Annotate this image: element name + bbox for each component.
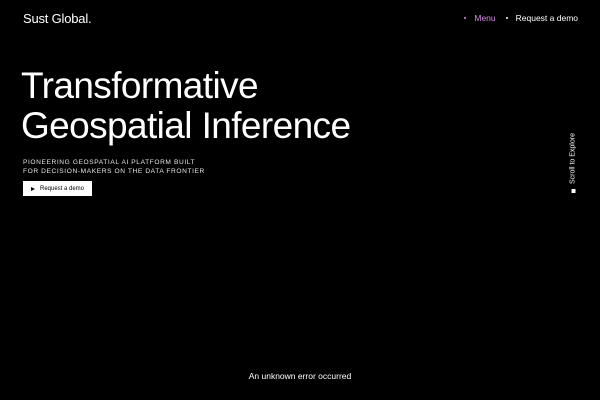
cta-label: Request a demo <box>39 185 85 192</box>
request-demo-link[interactable]: Request a demo <box>505 13 578 23</box>
square-icon <box>571 188 575 193</box>
logo[interactable]: Sust Global. <box>23 11 92 26</box>
scroll-label: Scroll to Explore <box>569 133 577 184</box>
headline-line: Geospatial Inference <box>21 105 351 146</box>
request-demo-label: Request a demo <box>515 13 578 23</box>
headline-line: Transformative <box>21 65 259 106</box>
top-nav: Menu Request a demo <box>464 13 578 23</box>
dot-icon <box>505 17 508 19</box>
subheadline-line: PIONEERING GEOSPATIAL AI PLATFORM BUILT <box>23 159 196 166</box>
hero-headline: Transformative Geospatial Inference <box>21 65 351 146</box>
menu-link[interactable]: Menu <box>464 13 496 23</box>
scroll-indicator-content: Scroll to Explore <box>570 133 577 193</box>
menu-label: Menu <box>474 13 496 23</box>
dot-icon <box>464 17 467 19</box>
subheadline-line: FOR DECISION-MAKERS ON THE DATA FRONTIER <box>23 168 205 175</box>
request-demo-button[interactable]: Request a demo <box>23 181 92 196</box>
scroll-indicator[interactable]: Scroll to Explore <box>568 128 578 198</box>
error-message: An unknown error occurred <box>248 371 352 381</box>
hero-subheadline: PIONEERING GEOSPATIAL AI PLATFORM BUILT … <box>23 158 205 176</box>
play-icon <box>30 186 35 191</box>
page: Sust Global. Menu Request a demo Transfo… <box>0 0 600 400</box>
